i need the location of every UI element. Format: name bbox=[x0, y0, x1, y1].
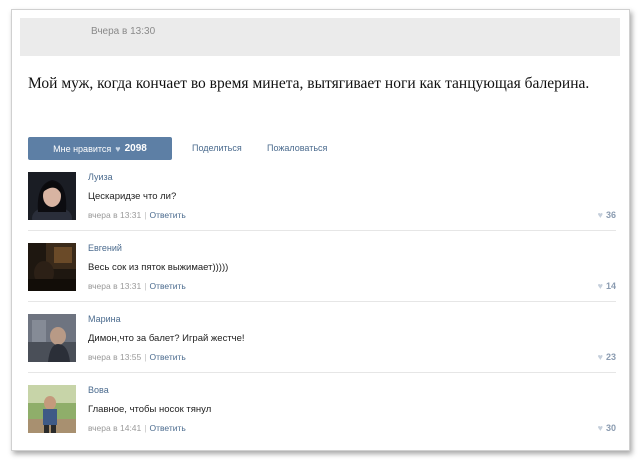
post-card: Вчера в 13:30 Мой муж, когда кончает во … bbox=[11, 9, 630, 451]
divider bbox=[28, 230, 616, 231]
report-link[interactable]: Пожаловаться bbox=[267, 143, 327, 153]
comment-time[interactable]: вчера в 14:41 bbox=[88, 423, 141, 433]
comment-text: Цескаридзе что ли? bbox=[88, 191, 177, 202]
avatar[interactable] bbox=[28, 243, 76, 291]
comment-text: Весь сок из пяток выжимает))))) bbox=[88, 262, 229, 273]
comment-like-count: 14 bbox=[605, 281, 616, 291]
post-header-bar bbox=[20, 18, 620, 56]
like-count: 2098 bbox=[124, 143, 147, 154]
comment-meta: вчера в 13:31 | Ответить bbox=[88, 281, 186, 291]
comment-text: Димон,что за балет? Играй жестче! bbox=[88, 333, 245, 344]
post-time[interactable]: Вчера в 13:30 bbox=[91, 26, 155, 37]
heart-icon: ♥ bbox=[597, 352, 603, 362]
comment-likes[interactable]: ♥ 30 bbox=[598, 423, 616, 433]
comment-like-count: 36 bbox=[605, 210, 616, 220]
reply-link[interactable]: Ответить bbox=[149, 281, 185, 291]
comment-like-count: 30 bbox=[605, 423, 616, 433]
reply-link[interactable]: Ответить bbox=[149, 210, 185, 220]
comment-meta: вчера в 13:55 | Ответить bbox=[88, 352, 186, 362]
avatar[interactable] bbox=[28, 385, 76, 433]
comment-author[interactable]: Вова bbox=[88, 385, 109, 395]
avatar[interactable] bbox=[28, 314, 76, 362]
reply-link[interactable]: Ответить bbox=[149, 352, 185, 362]
heart-icon: ♥ bbox=[115, 143, 121, 154]
like-button-label: Мне нравится bbox=[53, 143, 112, 154]
avatar[interactable] bbox=[28, 172, 76, 220]
comment-likes[interactable]: ♥ 36 bbox=[598, 210, 616, 220]
comment-text: Главное, чтобы носок тянул bbox=[88, 404, 212, 415]
comment-meta: вчера в 14:41 | Ответить bbox=[88, 423, 186, 433]
comment-item: Марина Димон,что за балет? Играй жестче!… bbox=[28, 314, 616, 372]
post-text: Мой муж, когда кончает во время минета, … bbox=[28, 75, 590, 92]
comment-time[interactable]: вчера в 13:31 bbox=[88, 281, 141, 291]
comment-item: Евгений Весь сок из пяток выжимает))))) … bbox=[28, 243, 616, 301]
comment-meta: вчера в 13:31 | Ответить bbox=[88, 210, 186, 220]
comment-item: Вова Главное, чтобы носок тянул вчера в … bbox=[28, 385, 616, 443]
divider bbox=[28, 372, 616, 373]
comment-author[interactable]: Евгений bbox=[88, 243, 122, 253]
comment-author[interactable]: Луиза bbox=[88, 172, 113, 182]
comment-likes[interactable]: ♥ 23 bbox=[598, 352, 616, 362]
comment-likes[interactable]: ♥ 14 bbox=[598, 281, 616, 291]
comment-author[interactable]: Марина bbox=[88, 314, 121, 324]
comment-time[interactable]: вчера в 13:55 bbox=[88, 352, 141, 362]
comment-like-count: 23 bbox=[605, 352, 616, 362]
reply-link[interactable]: Ответить bbox=[149, 423, 185, 433]
heart-icon: ♥ bbox=[597, 423, 603, 433]
comment-time[interactable]: вчера в 13:31 bbox=[88, 210, 141, 220]
comment-item: Луиза Цескаридзе что ли? вчера в 13:31 | О… bbox=[28, 172, 616, 230]
share-link[interactable]: Поделиться bbox=[192, 143, 242, 153]
heart-icon: ♥ bbox=[597, 281, 603, 291]
divider bbox=[28, 301, 616, 302]
like-button[interactable]: Мне нравится ♥ 2098 bbox=[28, 137, 172, 160]
heart-icon: ♥ bbox=[597, 210, 603, 220]
